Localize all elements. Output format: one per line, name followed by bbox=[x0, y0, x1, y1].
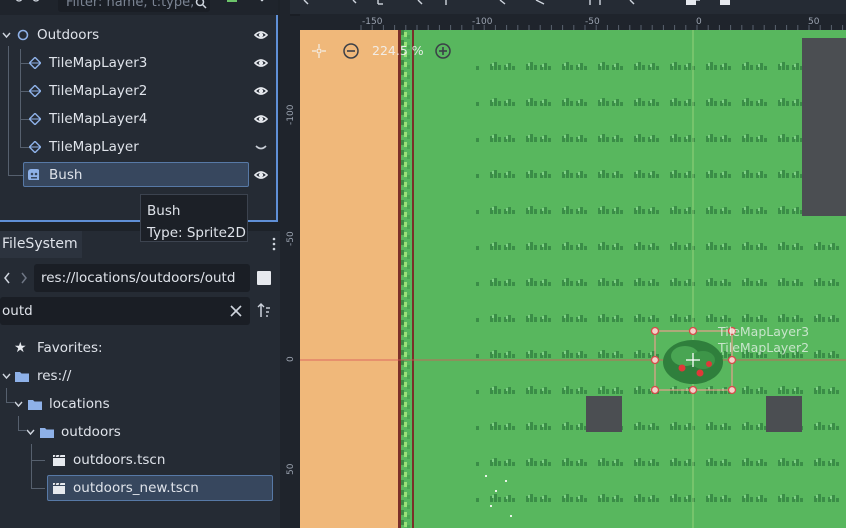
chevron-down-icon[interactable] bbox=[2, 372, 11, 380]
fs-item-label: res:// bbox=[37, 368, 72, 384]
tree-item-label: TileMapLayer bbox=[49, 139, 139, 155]
tree-guide-line bbox=[20, 91, 29, 92]
ruler-label: -50 bbox=[286, 231, 296, 246]
star-icon: ★ bbox=[14, 340, 27, 356]
fs-item-outdoors-new-tscn[interactable]: outdoors_new.tscn bbox=[0, 474, 278, 502]
tree-item-label: TileMapLayer2 bbox=[49, 83, 148, 99]
clear-icon[interactable] bbox=[230, 305, 242, 317]
kebab-menu-icon[interactable] bbox=[270, 236, 278, 252]
chevron-down-icon[interactable] bbox=[26, 428, 35, 436]
tilemap-layer-icon bbox=[29, 57, 41, 69]
sort-icon[interactable] bbox=[257, 303, 271, 318]
fs-item-outdoors-tscn[interactable]: outdoors.tscn bbox=[0, 446, 278, 474]
chevron-down-icon[interactable] bbox=[2, 31, 11, 39]
tree-item-outdoors[interactable]: Outdoors bbox=[0, 21, 276, 49]
zoom-out-icon[interactable] bbox=[343, 43, 359, 59]
visibility-eye-icon[interactable] bbox=[254, 112, 268, 126]
grass-edge bbox=[398, 30, 414, 528]
horizontal-ruler: -150 -100 -50 0 50 bbox=[300, 14, 846, 30]
fs-item-locations[interactable]: locations bbox=[0, 390, 278, 418]
tree-item-label: Bush bbox=[49, 167, 83, 183]
add-node-icon[interactable] bbox=[226, 0, 240, 6]
zoom-in-icon[interactable] bbox=[435, 43, 451, 59]
node-tooltip: Bush Type: Sprite2D bbox=[140, 194, 248, 242]
stone-block bbox=[586, 396, 622, 432]
scene-file-icon bbox=[53, 482, 65, 494]
visibility-eye-icon[interactable] bbox=[254, 84, 268, 98]
sand-area bbox=[300, 30, 398, 528]
toolbar-tool-icons[interactable] bbox=[300, 0, 820, 10]
folder-icon bbox=[15, 372, 29, 382]
tooltip-node-type: Type: Sprite2D bbox=[147, 225, 246, 241]
filesystem-path-input[interactable]: res://locations/outdoors/outd bbox=[34, 264, 250, 292]
fs-item-label: outdoors bbox=[61, 424, 121, 440]
visibility-eye-icon[interactable] bbox=[254, 28, 268, 42]
grass-tuft-pattern bbox=[475, 45, 846, 528]
toggle-split-icon[interactable] bbox=[257, 271, 271, 285]
ruler-label: 0 bbox=[286, 356, 296, 362]
grass-specks bbox=[485, 475, 512, 517]
canvas-viewport[interactable]: TileMapLayer3 TileMapLayer2 224.5 % bbox=[300, 30, 846, 528]
tilemap-layer-icon bbox=[29, 85, 41, 97]
folder-icon bbox=[28, 400, 42, 410]
ruler-ticks bbox=[360, 25, 844, 30]
search-icon bbox=[195, 0, 207, 9]
visibility-eye-icon[interactable] bbox=[254, 168, 268, 182]
overlay-label: TileMapLayer3 bbox=[718, 324, 810, 339]
tree-guide-line bbox=[20, 147, 29, 148]
chevron-down-icon[interactable] bbox=[14, 400, 23, 408]
tab-filesystem[interactable]: FileSystem bbox=[0, 231, 82, 258]
zoom-level-label[interactable]: 224.5 % bbox=[372, 43, 424, 58]
center-view-icon[interactable] bbox=[312, 44, 326, 58]
tree-guide-line bbox=[20, 49, 21, 147]
tree-item-tilemaplayer4[interactable]: TileMapLayer4 bbox=[0, 105, 276, 133]
scene-filter-input[interactable]: Filter: name, t:type, bbox=[58, 0, 210, 12]
chevron-right-icon[interactable] bbox=[19, 271, 29, 285]
chevron-left-icon[interactable] bbox=[2, 271, 12, 285]
fs-item-outdoors-folder[interactable]: outdoors bbox=[0, 418, 278, 446]
fs-item-res[interactable]: res:// bbox=[0, 362, 278, 390]
node2d-circle-icon bbox=[17, 29, 29, 41]
tree-guide-line bbox=[20, 119, 29, 120]
scene-tool-icons[interactable] bbox=[14, 0, 44, 6]
tree-item-bush[interactable]: Bush bbox=[0, 161, 276, 189]
tooltip-node-name: Bush bbox=[147, 203, 181, 219]
canvas-toolbar bbox=[290, 0, 846, 14]
ruler-label: -100 bbox=[286, 104, 296, 125]
tilemap-layer-icon bbox=[29, 141, 41, 153]
ruler-label: 50 bbox=[286, 463, 296, 475]
fs-item-label: locations bbox=[49, 396, 110, 412]
overlay-label: TileMapLayer2 bbox=[718, 340, 810, 355]
folder-icon bbox=[40, 428, 54, 438]
wall-block bbox=[802, 38, 846, 216]
fs-item-label: Favorites: bbox=[37, 340, 103, 356]
tilemap-layer-icon bbox=[29, 113, 41, 125]
scene-canvas[interactable] bbox=[300, 30, 846, 528]
stone-block bbox=[766, 396, 802, 432]
fs-item-label: outdoors.tscn bbox=[73, 452, 166, 468]
tree-item-label: Outdoors bbox=[37, 27, 100, 43]
tree-item-tilemaplayer[interactable]: TileMapLayer bbox=[0, 133, 276, 161]
scene-file-icon bbox=[53, 454, 65, 466]
vertical-ruler: -100 -50 0 50 bbox=[283, 30, 300, 528]
tree-item-label: TileMapLayer3 bbox=[49, 55, 148, 71]
visibility-hidden-eye-icon[interactable] bbox=[254, 140, 268, 154]
filesystem-search-input[interactable]: outd bbox=[0, 297, 250, 325]
tree-item-tilemaplayer3[interactable]: TileMapLayer3 bbox=[0, 49, 276, 77]
visibility-eye-icon[interactable] bbox=[254, 56, 268, 70]
sprite2d-icon bbox=[28, 169, 39, 180]
tree-item-tilemaplayer2[interactable]: TileMapLayer2 bbox=[0, 77, 276, 105]
fs-item-favorites[interactable]: ★ Favorites: bbox=[0, 334, 278, 362]
fs-item-label: outdoors_new.tscn bbox=[73, 480, 199, 496]
tree-item-label: TileMapLayer4 bbox=[49, 111, 148, 127]
tree-guide-line bbox=[20, 63, 29, 64]
kebab-menu-icon[interactable] bbox=[258, 0, 266, 7]
